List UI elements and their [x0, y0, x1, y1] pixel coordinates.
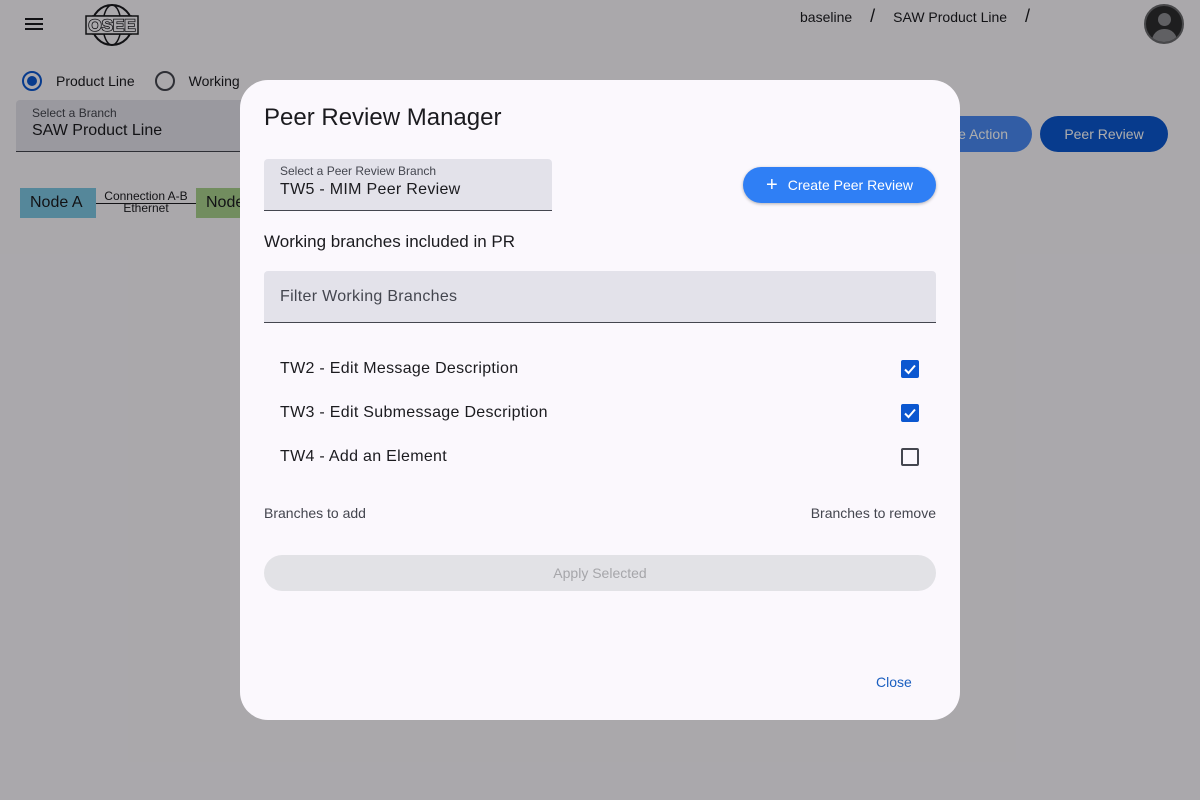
branch-checkbox[interactable] [901, 360, 919, 378]
branches-to-remove-label: Branches to remove [810, 505, 936, 521]
create-peer-review-label: Create Peer Review [787, 177, 913, 193]
branch-checkbox[interactable] [901, 404, 919, 422]
apply-selected-button[interactable]: Apply Selected [264, 555, 936, 591]
branches-to-add-label: Branches to add [264, 505, 366, 521]
dialog-title: Peer Review Manager [264, 104, 502, 131]
branch-name: TW4 - Add an Element [280, 448, 447, 465]
branch-name: TW2 - Edit Message Description [280, 360, 519, 377]
create-peer-review-button[interactable]: + Create Peer Review [743, 167, 936, 203]
peer-review-branch-value: TW5 - MIM Peer Review [280, 181, 461, 198]
plus-icon: + [766, 174, 778, 196]
branch-list-item[interactable]: TW3 - Edit Submessage Description [280, 391, 920, 435]
filter-working-branches-input[interactable]: Filter Working Branches [264, 271, 936, 323]
peer-review-dialog: Peer Review Manager Select a Peer Review… [240, 80, 960, 720]
branch-checkbox[interactable] [901, 448, 919, 466]
branch-list-item[interactable]: TW2 - Edit Message Description [280, 347, 920, 391]
check-icon [904, 408, 916, 419]
branch-list-item[interactable]: TW4 - Add an Element [280, 435, 920, 479]
close-button[interactable]: Close [876, 674, 912, 690]
check-icon [904, 364, 916, 375]
branch-name: TW3 - Edit Submessage Description [280, 404, 548, 421]
working-branches-heading: Working branches included in PR [264, 232, 516, 251]
peer-review-branch-select[interactable]: Select a Peer Review Branch TW5 - MIM Pe… [264, 159, 552, 211]
peer-review-branch-label: Select a Peer Review Branch [280, 164, 437, 178]
